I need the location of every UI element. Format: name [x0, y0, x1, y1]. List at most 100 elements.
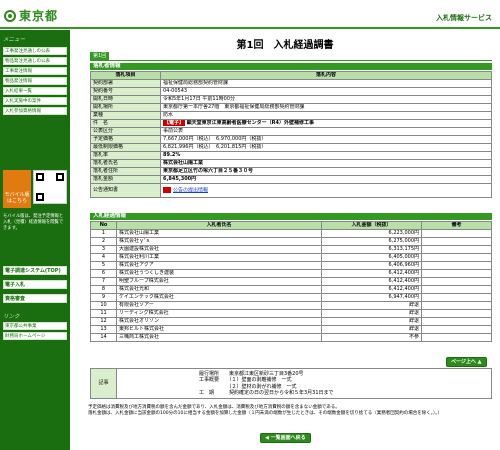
sidebar-link-finance-bureau[interactable]: 財務局ホームページ — [3, 332, 67, 340]
bidder-remark — [421, 245, 492, 254]
row-label: 予定価格 — [90, 135, 161, 144]
bidder-amount: 6,275,000円 — [321, 237, 422, 246]
bidder-row: 4 株式会社利川工業 6,405,000円 — [90, 253, 492, 262]
bidder-no: 3 — [90, 245, 117, 254]
bidder-row: 8 株式会社光和 6,412,400円 — [90, 285, 492, 294]
page-top-button[interactable]: ページ上へ ▲ — [446, 357, 487, 367]
header-divider — [0, 27, 500, 29]
subject-text: 顕天堂東京江東高齢者医療センター（R4）外壁補修工事 — [186, 120, 314, 127]
bidder-amount: 辞退 — [321, 325, 422, 334]
bidder-remark — [421, 325, 492, 334]
bidder-name: 大園建設株式会社 — [116, 245, 322, 254]
sidebar-item-e-procurement[interactable]: 電子調達システム(TOP) — [3, 266, 67, 275]
bidder-row: 11 リーディング株式会社 辞退 — [90, 309, 492, 318]
row-label: 開札日時 — [90, 95, 161, 104]
mobile-label: モバイル版 はこちら — [4, 192, 30, 204]
opening-datetime: 令和5年1月17日 午前11時00分 — [160, 95, 492, 104]
sidebar-menu-heading: メニュー — [3, 37, 26, 43]
col-amount: 入札金額（税抜） — [321, 221, 422, 230]
bidder-remark — [421, 253, 492, 262]
bidder-no: 2 — [90, 237, 117, 246]
sidebar-item-bid-results[interactable]: 入札結果一覧 — [3, 87, 67, 95]
sidebar-item-construction-orders[interactable]: 工事発注情報 — [3, 67, 67, 75]
bidder-no: 4 — [90, 253, 117, 262]
bidder-name: 株式会社アクア — [116, 261, 322, 270]
bidder-row: 6 株式会社うつくしき建装 6,412,400円 — [90, 269, 492, 278]
col-item: 落札項目 — [90, 71, 161, 80]
winner-address: 東京都足立区竹の塚六丁目２５番３０号 — [160, 167, 492, 176]
mobile-banner[interactable]: モバイル版 はこちら — [3, 170, 67, 210]
bidders-section-header: 入札経過情報 — [90, 213, 492, 220]
bidder-name: 株式会社ｙ'ｓ — [116, 237, 322, 246]
bidder-amount: 6,223,000円 — [321, 229, 422, 238]
bidder-no: 8 — [90, 285, 117, 294]
sidebar-item-goods-outlook[interactable]: 物品発注見通しの公表 — [3, 57, 67, 65]
tokyo-emblem-icon — [4, 9, 16, 22]
bidder-remark — [421, 285, 492, 294]
sidebar-item-e-bidding[interactable]: 電子入札 — [3, 280, 67, 289]
row-label: 落札者氏名 — [90, 159, 161, 168]
bidder-amount: 6,412,400円 — [321, 285, 422, 294]
row-label: 最低制限価格 — [90, 143, 161, 152]
bidder-row: 1 株式会社山陽工業 6,223,000円 — [90, 229, 492, 238]
bidder-name: 三幟商工株式会社 — [116, 333, 322, 342]
arrow-left-icon: ◀ — [265, 435, 269, 441]
bidder-remark — [421, 277, 492, 286]
col-remark: 備考 — [421, 221, 492, 230]
bidder-name: 株式会社山陽工業 — [116, 229, 322, 238]
bid-info-table: 落札項目 落札内容 契約部署 福祉保健局総務部契約管財課 契約番号 04-00543 … — [90, 71, 492, 198]
award-rate: 89.2% — [160, 151, 492, 160]
bidder-remark — [421, 317, 492, 326]
bidder-amount: 辞退 — [321, 309, 422, 318]
bidder-row: 7 明聖ブループ株式会社 6,412,400円 — [90, 277, 492, 286]
bidder-remark — [421, 261, 492, 270]
bidder-remark — [421, 229, 492, 238]
bidder-remark — [421, 333, 492, 342]
bidder-name: 東邦ビルト株式会社 — [116, 325, 322, 334]
row-label: 公表区分 — [90, 127, 161, 136]
logo-text: 東京都 — [19, 9, 59, 23]
bidder-no: 9 — [90, 293, 117, 302]
subject: 【電子】 顕天堂東京江東高齢者医療センター（R4）外壁補修工事 — [160, 119, 492, 128]
notice-doc: 公告の提出情報 — [160, 183, 492, 198]
bidder-no: 6 — [90, 269, 117, 278]
sidebar-item-construction-outlook[interactable]: 工事発注見通しの公表 — [3, 47, 67, 55]
bid-info-section-header: 落札者情報 — [90, 63, 492, 70]
qr-code-icon — [33, 170, 67, 204]
bidder-remark — [421, 237, 492, 246]
minimum-price: 6,821,996円（税込） 6,201,815円（税抜） — [160, 143, 492, 152]
header: 東京都 入札情報サービス — [0, 0, 500, 30]
remarks-table: 記事 履行場所 東京都江東区新砂三丁目3番20号 工事概要 （１）壁面の剥離補修… — [90, 368, 492, 399]
tab-round-1[interactable]: 第1回 — [90, 52, 110, 60]
sidebar: メニュー 工事発注見通しの公表 物品発注見通しの公表 工事発注情報 物品発注情報… — [0, 30, 70, 450]
bidder-remark — [421, 293, 492, 302]
notice-link[interactable]: 公告の提出情報 — [173, 187, 208, 193]
bidder-row: 12 株式会社オリゾン 辞退 — [90, 317, 492, 326]
bidder-amount: 6,406,960円 — [321, 261, 422, 270]
row-label: 落札者住所 — [90, 167, 161, 176]
opening-location: 東京都庁第一本庁舎27階 東京都福祉保健局総務部契約管財課 — [160, 103, 492, 112]
sidebar-links-heading: リンク — [3, 314, 20, 320]
row-label: 契約番号 — [90, 87, 161, 96]
page-title: 第1回 入札経過調書 — [236, 40, 334, 51]
bidder-row: 14 三幟商工株式会社 不参 — [90, 333, 492, 342]
tokyo-logo[interactable]: 東京都 — [4, 8, 58, 23]
arrow-up-icon: ▲ — [477, 359, 482, 365]
footnotes: 予定価格は消費税及び地方消費税の額を含んだ金額であり、入札金額は、消費税及び地方… — [88, 405, 492, 417]
bidder-no: 5 — [90, 261, 117, 270]
sidebar-item-active-bids[interactable]: 入札実施中の案件 — [3, 97, 67, 105]
row-label: 開札場所 — [90, 103, 161, 112]
sidebar-item-qualification-review[interactable]: 資格審査 — [3, 294, 67, 303]
bidder-no: 11 — [90, 309, 117, 318]
back-to-list-button[interactable]: ◀ 一覧画面へ戻る — [260, 433, 311, 443]
bidder-amount: 6,947,400円 — [321, 293, 422, 302]
sidebar-item-qualification[interactable]: 入札参加資格情報 — [3, 107, 67, 115]
electronic-badge: 【電子】 — [163, 120, 186, 126]
tab-underline — [90, 60, 492, 61]
bidder-amount: 不参 — [321, 333, 422, 342]
back-label: 一覧画面へ戻る — [270, 435, 306, 441]
remarks-label: 記事 — [90, 368, 117, 399]
industry: 防水 — [160, 111, 492, 120]
sidebar-link-public-works[interactable]: 東京都公共事業 — [3, 322, 67, 330]
sidebar-item-goods-orders[interactable]: 物品発注情報 — [3, 77, 67, 85]
